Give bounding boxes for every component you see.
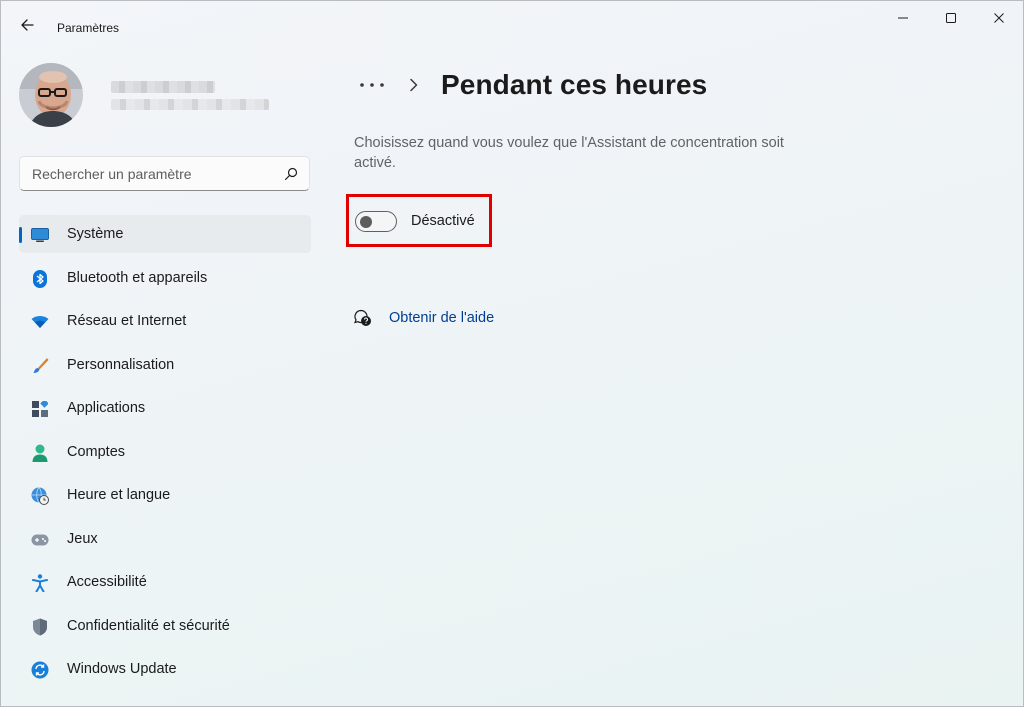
title-bar: Paramètres (1, 1, 1023, 41)
shield-icon (31, 618, 49, 636)
get-help-link[interactable]: Obtenir de l'aide (353, 307, 494, 329)
sync-icon (31, 661, 49, 679)
sidebar-item-windows-update[interactable]: Windows Update (19, 650, 311, 688)
sidebar-item-label: Applications (67, 400, 146, 416)
sidebar-item-label: Windows Update (67, 661, 177, 677)
sidebar-item-confidentialite[interactable]: Confidentialité et sécurité (19, 607, 311, 645)
monitor-icon (31, 226, 49, 244)
search-box[interactable] (19, 156, 310, 191)
sidebar-item-label: Confidentialité et sécurité (67, 617, 230, 634)
sidebar-item-label: Bluetooth et appareils (67, 269, 208, 286)
person-icon (31, 444, 49, 462)
chevron-right-icon (407, 78, 421, 92)
minimize-button[interactable] (879, 1, 927, 35)
sidebar-item-personnalisation[interactable]: Personnalisation (19, 346, 311, 384)
sidebar-item-reseau[interactable]: Réseau et Internet (19, 302, 311, 340)
user-avatar (19, 63, 83, 127)
focus-assist-toggle[interactable] (355, 211, 397, 232)
sidebar-item-heure-langue[interactable]: Heure et langue (19, 476, 311, 514)
sidebar-item-label: Heure et langue (67, 487, 171, 503)
close-button[interactable] (975, 1, 1023, 35)
maximize-icon (946, 13, 956, 23)
user-profile[interactable] (19, 63, 319, 129)
more-horizontal-icon (360, 83, 384, 87)
sidebar-item-label: Jeux (67, 530, 98, 547)
search-icon[interactable] (283, 166, 299, 182)
app-title: Paramètres (57, 21, 120, 35)
arrow-left-icon (21, 19, 34, 31)
sidebar-item-systeme[interactable]: Système (19, 215, 311, 253)
sidebar-item-bluetooth[interactable]: Bluetooth et appareils (19, 259, 311, 297)
close-icon (994, 13, 1004, 23)
help-chat-icon (353, 308, 373, 328)
sidebar-nav: Système Bluetooth et appareils Réseau et… (19, 215, 311, 694)
maximize-button[interactable] (927, 1, 975, 35)
sidebar-item-comptes[interactable]: Comptes (19, 433, 311, 471)
toggle-highlight-box: Désactivé (346, 194, 492, 247)
avatar (19, 63, 83, 127)
sidebar-item-label: Accessibilité (67, 574, 147, 590)
blurred-user-email (111, 99, 269, 110)
back-button[interactable] (13, 13, 41, 37)
window-controls (879, 1, 1023, 35)
apps-icon (31, 400, 49, 418)
settings-window: Paramètres Rechercher un paramètre Systè… (0, 0, 1024, 707)
page-description: Choisissez quand vous voulez que l'Assis… (354, 135, 784, 171)
breadcrumb-more-button[interactable] (357, 70, 387, 100)
help-link-label: Obtenir de l'aide (389, 310, 495, 326)
sidebar-item-label: Système (67, 226, 124, 242)
search-input[interactable] (32, 165, 272, 183)
toggle-knob (360, 216, 372, 228)
toggle-state-label: Désactivé (411, 213, 475, 229)
sidebar-item-applications[interactable]: Applications (19, 389, 311, 427)
breadcrumb: Pendant ces heures (357, 65, 707, 105)
brush-icon (31, 357, 49, 375)
accessibility-icon (31, 574, 49, 592)
sidebar-item-label: Comptes (67, 443, 126, 460)
sidebar-item-accessibilite[interactable]: Accessibilité (19, 563, 311, 601)
globe-clock-icon (31, 487, 49, 505)
blurred-user-name (111, 81, 215, 93)
wifi-icon (31, 313, 49, 331)
sidebar-item-label: Personnalisation (67, 356, 175, 373)
minimize-icon (898, 17, 908, 19)
page-title: Pendant ces heures (441, 69, 708, 100)
sidebar-item-jeux[interactable]: Jeux (19, 520, 311, 558)
gamepad-icon (31, 531, 49, 549)
sidebar-item-label: Réseau et Internet (67, 313, 187, 329)
bluetooth-icon (31, 269, 49, 288)
